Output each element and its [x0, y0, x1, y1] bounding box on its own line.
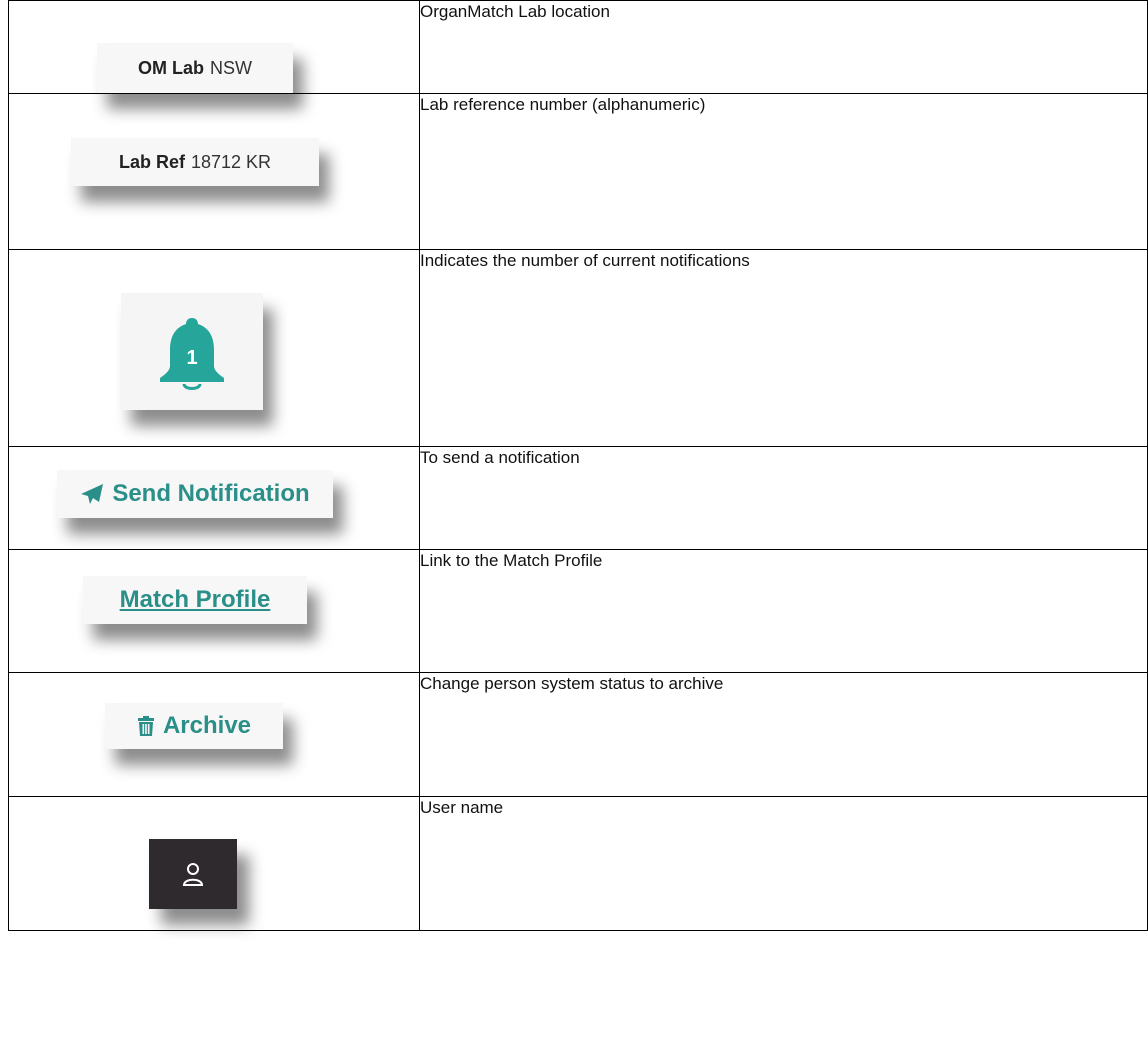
- paper-plane-icon: [81, 484, 104, 504]
- description-cell: OrganMatch Lab location: [419, 0, 1148, 94]
- example-cell: [8, 796, 420, 931]
- table-row: OM Lab NSW OrganMatch Lab location: [8, 0, 1148, 94]
- lab-location-value: NSW: [210, 57, 252, 78]
- reference-table: OM Lab NSW OrganMatch Lab location Lab R…: [8, 0, 1148, 931]
- lab-ref-label: Lab Ref: [118, 151, 185, 172]
- lab-ref-chip: Lab Ref 18712 KR: [71, 138, 319, 186]
- table-row: Match Profile Link to the Match Profile: [8, 549, 1148, 673]
- example-cell: Match Profile: [8, 549, 420, 673]
- example-cell: OM Lab NSW: [8, 0, 420, 94]
- example-cell: 1: [8, 249, 420, 447]
- description-cell: Indicates the number of current notifica…: [419, 249, 1148, 447]
- lab-location-label: OM Lab: [138, 57, 204, 78]
- lab-location-chip: OM Lab NSW: [97, 43, 293, 93]
- user-icon: [182, 863, 204, 886]
- example-cell: Archive: [8, 672, 420, 797]
- archive-button[interactable]: Archive: [105, 703, 283, 749]
- description-cell: To send a notification: [419, 446, 1148, 550]
- description-cell: User name: [419, 796, 1148, 931]
- lab-ref-value: 18712 KR: [190, 151, 272, 172]
- description-cell: Change person system status to archive: [419, 672, 1148, 797]
- match-profile-link[interactable]: Match Profile: [83, 576, 307, 624]
- archive-label: Archive: [162, 712, 252, 739]
- table-row: Archive Change person system status to a…: [8, 672, 1148, 797]
- table-row: Lab Ref 18712 KR Lab reference number (a…: [8, 93, 1148, 250]
- description-cell: Link to the Match Profile: [419, 549, 1148, 673]
- trash-icon: [137, 716, 154, 736]
- send-notification-label: Send Notification: [112, 480, 310, 507]
- description-cell: Lab reference number (alphanumeric): [419, 93, 1148, 250]
- example-cell: Send Notification: [8, 446, 420, 550]
- send-notification-button[interactable]: Send Notification: [57, 470, 333, 518]
- notification-count-badge: 1: [186, 347, 197, 369]
- table-row: 1 Indicates the number of current notifi…: [8, 249, 1148, 447]
- example-cell: Lab Ref 18712 KR: [8, 93, 420, 250]
- user-menu-button[interactable]: [149, 839, 237, 909]
- table-row: User name: [8, 796, 1148, 931]
- bell-icon: 1: [160, 317, 224, 390]
- notifications-bell-button[interactable]: 1: [121, 293, 263, 410]
- table-row: Send Notification To send a notification: [8, 446, 1148, 550]
